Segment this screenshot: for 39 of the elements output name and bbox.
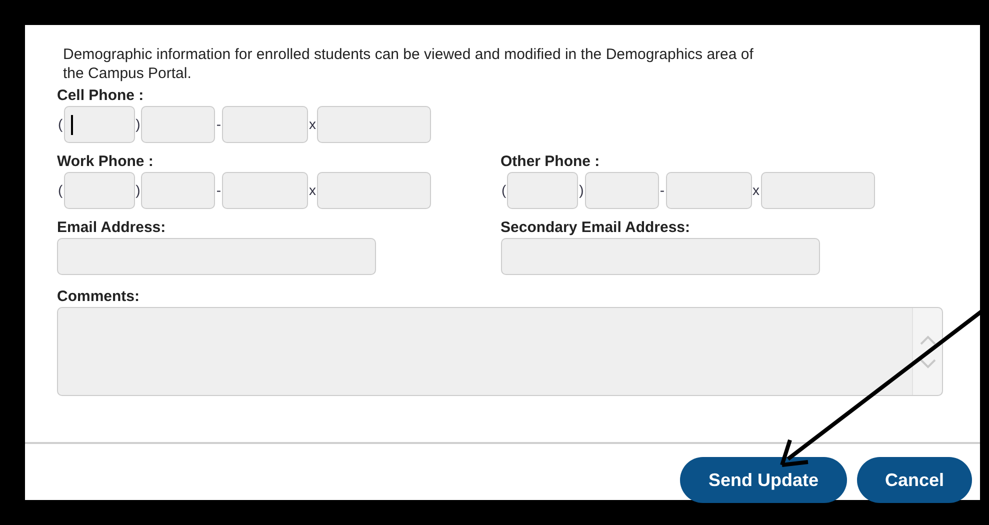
phone-input-field[interactable] [141,172,216,209]
scroll-up-icon[interactable] [920,334,936,344]
separator-text: - [215,115,222,134]
phone-input-field[interactable] [507,172,578,209]
field-label: Comments: [57,287,141,307]
separator-text: x [308,181,318,200]
intro-text: Demographic information for enrolled students can be viewed and modified in the Demographics area of the Campus Portal. [62,45,754,83]
scroll-down-icon[interactable] [920,358,936,368]
separator-text: - [658,181,666,200]
phone-input-field[interactable] [64,172,135,209]
separator-text: ) [134,181,142,200]
separator-text: ( [57,115,64,134]
phone-input-field[interactable] [760,172,875,209]
phone-input-field[interactable] [317,172,432,209]
separator-text: x [308,115,318,134]
field-label: Work Phone : [57,152,154,172]
separator-text: ) [578,181,585,200]
email-input-field[interactable] [500,238,820,275]
separator-text: ( [57,181,64,200]
separator-text: ( [500,181,508,200]
separator-text: - [215,181,222,200]
email-input-field[interactable] [57,238,376,275]
separator-text: x [752,181,761,200]
scrollbar[interactable] [912,308,942,395]
field-label: Other Phone : [500,152,601,172]
field-label: Cell Phone : [57,86,145,106]
cancel-button[interactable]: Cancel [857,457,972,503]
phone-input-field[interactable] [666,172,752,209]
phone-input-field[interactable] [64,106,135,143]
field-label: Email Address: [57,218,167,238]
phone-input-field[interactable] [222,172,308,209]
phone-input-field[interactable] [141,106,216,143]
field-label: Secondary Email Address: [500,218,692,238]
phone-input-field[interactable] [317,106,432,143]
phone-input-field[interactable] [222,106,308,143]
send-update-button[interactable]: Send Update [680,457,847,503]
comments-field[interactable] [57,307,943,396]
separator-text: ) [134,115,142,134]
phone-input-field[interactable] [584,172,659,209]
